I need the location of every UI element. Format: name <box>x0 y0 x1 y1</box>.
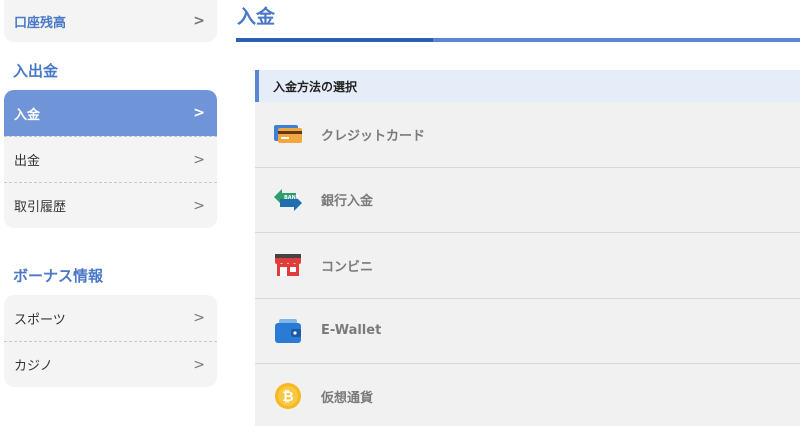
method-label: クレジットカード <box>321 128 426 144</box>
sidebar-item-deposit[interactable]: 入金 > <box>4 90 217 136</box>
method-bank-transfer[interactable]: BANK 銀行入金 <box>255 168 800 233</box>
account-balance-label: 口座残高 <box>14 15 67 31</box>
sidebar-item-sports[interactable]: スポーツ > <box>4 295 217 341</box>
sidebar-item-label: 取引履歴 <box>14 200 67 215</box>
account-balance-link[interactable]: 口座残高 > <box>4 0 217 42</box>
bank-icon-text: BANK <box>284 195 301 201</box>
sidebar-item-label: 出金 <box>14 154 41 169</box>
method-crypto[interactable]: ₿ 仮想通貨 <box>255 364 800 426</box>
method-label: E-Wallet <box>321 323 382 339</box>
chevron-right-icon: > <box>193 105 205 121</box>
method-label: 仮想通貨 <box>321 390 374 406</box>
page-title: 入金 <box>237 6 276 28</box>
sidebar: 口座残高 > 入出金 入金 > 出金 > 取引履歴 > ボーナス情報 スポーツ … <box>0 0 230 426</box>
chevron-right-icon: > <box>193 356 205 373</box>
svg-text:₿: ₿ <box>282 389 293 405</box>
method-label: コンビニ <box>321 259 374 275</box>
sidebar-item-withdrawal[interactable]: 出金 > <box>4 136 217 182</box>
credit-card-icon <box>271 117 305 151</box>
method-section-header: 入金方法の選択 <box>255 70 800 102</box>
chevron-right-icon: > <box>193 197 205 214</box>
deposit-method-panel: 入金方法の選択 クレジットカード BANK 銀行入金 コンビニ E-Wallet… <box>255 70 800 426</box>
sidebar-item-transaction-history[interactable]: 取引履歴 > <box>4 182 217 228</box>
deposit-section-title: 入出金 <box>13 62 59 80</box>
chevron-right-icon: > <box>193 310 205 326</box>
convenience-store-icon <box>271 248 305 282</box>
account-balance-card: 口座残高 > <box>4 0 217 42</box>
sidebar-item-label: スポーツ <box>14 312 66 328</box>
method-credit-card[interactable]: クレジットカード <box>255 102 800 168</box>
deposit-menu: 入金 > 出金 > 取引履歴 > <box>4 90 217 228</box>
bonus-section-title: ボーナス情報 <box>13 267 104 285</box>
progress-bar-fill <box>236 38 434 42</box>
sidebar-item-casino[interactable]: カジノ > <box>4 341 217 387</box>
bank-transfer-icon: BANK <box>271 183 305 217</box>
chevron-right-icon: > <box>193 151 205 168</box>
method-label: 銀行入金 <box>321 194 374 210</box>
bonus-menu: スポーツ > カジノ > <box>4 295 217 387</box>
sidebar-item-label: カジノ <box>14 359 53 374</box>
sidebar-item-label: 入金 <box>14 107 41 123</box>
method-e-wallet[interactable]: E-Wallet <box>255 299 800 364</box>
e-wallet-icon <box>271 314 305 348</box>
chevron-right-icon: > <box>193 13 205 29</box>
method-convenience-store[interactable]: コンビニ <box>255 233 800 299</box>
progress-bar <box>236 38 800 42</box>
bitcoin-icon: ₿ <box>271 379 305 413</box>
